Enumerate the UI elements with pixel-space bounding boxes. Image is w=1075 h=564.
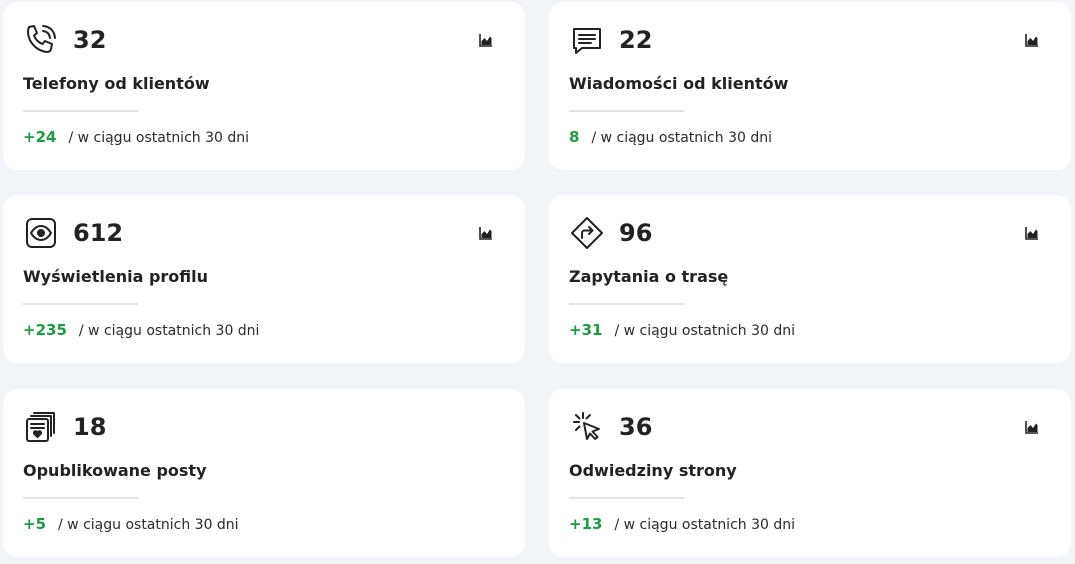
- stat-delta: +31: [569, 321, 603, 339]
- divider: [569, 110, 684, 112]
- stat-count: 22: [619, 26, 653, 54]
- stat-delta: 8: [569, 128, 580, 146]
- directions-icon: [569, 215, 605, 251]
- stat-period: / w ciągu ostatnich 30 dni: [68, 130, 250, 146]
- chart-icon[interactable]: [1025, 225, 1041, 241]
- eye-icon: [23, 215, 59, 251]
- stat-card-published-posts: 18 Opublikowane posty +5 / w ciągu ostatn…: [3, 389, 525, 557]
- stat-delta: +235: [23, 321, 67, 339]
- stat-label: Wyświetlenia profilu: [23, 267, 209, 286]
- stat-footer: +235 / w ciągu ostatnich 30 dni: [23, 320, 259, 341]
- stat-label: Opublikowane posty: [23, 461, 207, 480]
- chart-icon[interactable]: [479, 32, 495, 48]
- stat-count: 32: [73, 26, 107, 54]
- stat-delta: +13: [569, 515, 603, 533]
- posts-icon: [23, 409, 59, 445]
- stat-delta: +5: [23, 515, 47, 533]
- stat-period: / w ciągu ostatnich 30 dni: [78, 323, 260, 339]
- stat-label: Wiadomości od klientów: [569, 74, 789, 93]
- stat-card-direction-requests: 96 Zapytania o trasę +31 / w ciągu ostatn…: [549, 195, 1071, 363]
- stat-label: Zapytania o trasę: [569, 267, 729, 286]
- divider: [569, 303, 684, 305]
- stat-footer: +5 / w ciągu ostatnich 30 dni: [23, 514, 239, 535]
- chart-icon[interactable]: [1025, 419, 1041, 435]
- stat-period: / w ciągu ostatnich 30 dni: [614, 323, 796, 339]
- stat-period: / w ciągu ostatnich 30 dni: [58, 517, 239, 533]
- stat-label: Odwiedziny strony: [569, 461, 737, 480]
- stat-period: / w ciągu ostatnich 30 dni: [614, 517, 796, 533]
- divider: [23, 497, 138, 499]
- chart-icon[interactable]: [479, 225, 495, 241]
- stat-count: 18: [73, 413, 107, 441]
- click-cursor-icon: [569, 409, 605, 445]
- stat-footer: +24 / w ciągu ostatnich 30 dni: [23, 127, 249, 148]
- stat-footer: +13 / w ciągu ostatnich 30 dni: [569, 514, 795, 535]
- stat-delta: +24: [23, 128, 57, 146]
- divider: [23, 303, 138, 305]
- divider: [569, 497, 684, 499]
- stat-count: 96: [619, 219, 653, 247]
- chart-icon[interactable]: [1025, 32, 1041, 48]
- stat-footer: +31 / w ciągu ostatnich 30 dni: [569, 320, 795, 341]
- stat-count: 36: [619, 413, 653, 441]
- stat-label: Telefony od klientów: [23, 74, 210, 93]
- stat-card-profile-views: 612 Wyświetlenia profilu +235 / w ciągu o…: [3, 195, 525, 363]
- stat-card-messages: 22 Wiadomości od klientów 8 / w ciągu ost…: [549, 2, 1071, 170]
- phone-icon: [23, 22, 59, 58]
- stat-card-website-visits: 36 Odwiedziny strony +13 / w ciągu ostatn…: [549, 389, 1071, 557]
- stat-period: / w ciągu ostatnich 30 dni: [591, 130, 772, 146]
- stat-card-phone-calls: 32 Telefony od klientów +24 / w ciągu ost…: [3, 2, 525, 170]
- divider: [23, 110, 138, 112]
- stat-footer: 8 / w ciągu ostatnich 30 dni: [569, 127, 772, 148]
- stat-count: 612: [73, 219, 124, 247]
- message-icon: [569, 22, 605, 58]
